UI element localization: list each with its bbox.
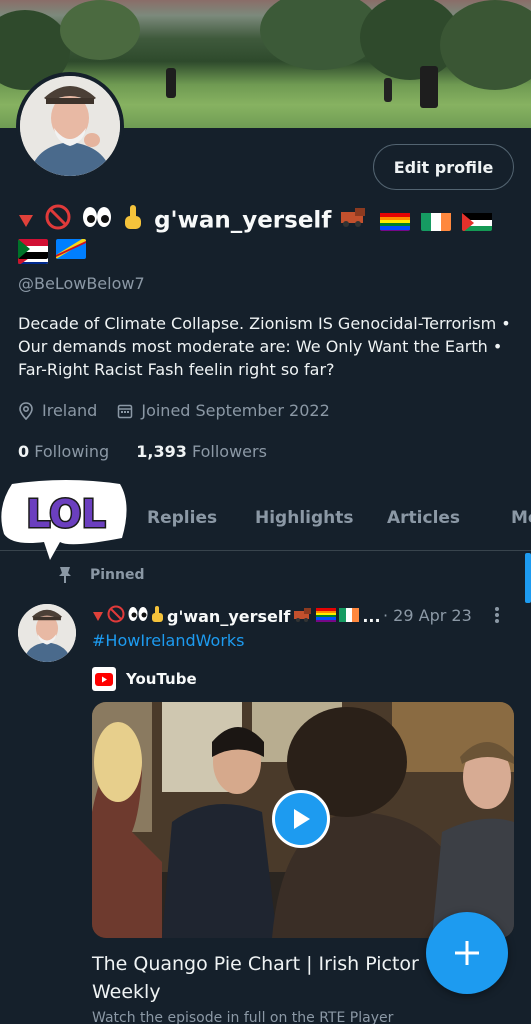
lol-text: LOL: [26, 492, 105, 536]
eyes-icon: [128, 606, 148, 626]
post-author-name[interactable]: g'wan_yerself ...: [92, 605, 381, 627]
rainbow-flag-icon: [380, 211, 411, 231]
post-hashtag[interactable]: #HowIrelandWorks: [92, 631, 245, 650]
tab-articles[interactable]: Articles: [387, 508, 460, 528]
tab-media[interactable]: Me: [511, 508, 531, 528]
play-icon: [294, 809, 310, 829]
pin-icon: [59, 567, 71, 583]
profile-meta: Ireland Joined September 2022: [18, 401, 350, 420]
eyes-icon: [82, 206, 112, 236]
post-date[interactable]: · 29 Apr 23: [383, 606, 472, 625]
source-name: YouTube: [126, 670, 197, 688]
pointing-up-icon: [123, 204, 143, 238]
joined-text: Joined September 2022: [141, 401, 330, 420]
red-triangle-icon: [18, 206, 34, 236]
profile-handle: @BeLowBelow7: [18, 274, 145, 293]
tab-replies[interactable]: Replies: [147, 508, 217, 528]
link-card-title[interactable]: The Quango Pie Chart | Irish Pictor Week…: [92, 950, 432, 1006]
plus-icon: [455, 941, 479, 965]
followers-count: 1,393: [136, 442, 187, 461]
post-author-display-name: g'wan_yerself: [167, 606, 291, 626]
followers-label: Followers: [191, 442, 267, 461]
ireland-flag-icon: [339, 607, 360, 626]
pinned-label: Pinned: [90, 567, 145, 583]
rainbow-flag-icon: [316, 607, 337, 626]
link-card-description: Watch the episode in full on the RTE Pla…: [92, 1010, 394, 1024]
sudan-flag-icon: [18, 238, 48, 259]
dr-congo-flag-icon: [56, 238, 87, 259]
display-name: g'wan_yerself: [154, 207, 332, 234]
name-truncation: ...: [362, 606, 381, 626]
edit-profile-button[interactable]: Edit profile: [373, 144, 514, 190]
locomotive-icon: [339, 206, 369, 236]
prohibited-icon: [45, 204, 71, 238]
profile-avatar[interactable]: [16, 72, 124, 180]
compose-post-button[interactable]: [426, 912, 508, 994]
followers-link[interactable]: 1,393 Followers: [136, 442, 267, 461]
following-label: Following: [34, 442, 110, 461]
red-triangle-icon: [92, 607, 104, 626]
play-button[interactable]: [272, 790, 330, 848]
locomotive-icon: [293, 607, 313, 626]
display-name-row-2: [18, 238, 89, 259]
prohibited-icon: [107, 605, 125, 627]
display-name-row: g'wan_yerself: [18, 204, 518, 268]
pointing-up-icon: [151, 605, 164, 627]
profile-bio: Decade of Climate Collapse. Zionism IS G…: [18, 314, 511, 379]
lol-sticker: LOL: [0, 478, 132, 560]
palestine-flag-icon: [462, 211, 493, 231]
location-pin-icon: [19, 401, 33, 420]
calendar-icon: [118, 404, 133, 418]
location-text: Ireland: [42, 401, 98, 420]
youtube-icon: [92, 667, 116, 691]
tab-highlights[interactable]: Highlights: [255, 508, 354, 528]
following-link[interactable]: 0 Following: [18, 442, 109, 461]
post-author-avatar[interactable]: [18, 604, 76, 662]
link-source: YouTube: [92, 667, 197, 691]
follow-stats: 0 Following 1,393 Followers: [18, 442, 267, 461]
more-options-icon[interactable]: [494, 606, 500, 629]
ireland-flag-icon: [421, 211, 452, 231]
scrollbar[interactable]: [525, 553, 531, 603]
following-count: 0: [18, 442, 30, 461]
pinned-indicator: Pinned: [58, 566, 145, 584]
